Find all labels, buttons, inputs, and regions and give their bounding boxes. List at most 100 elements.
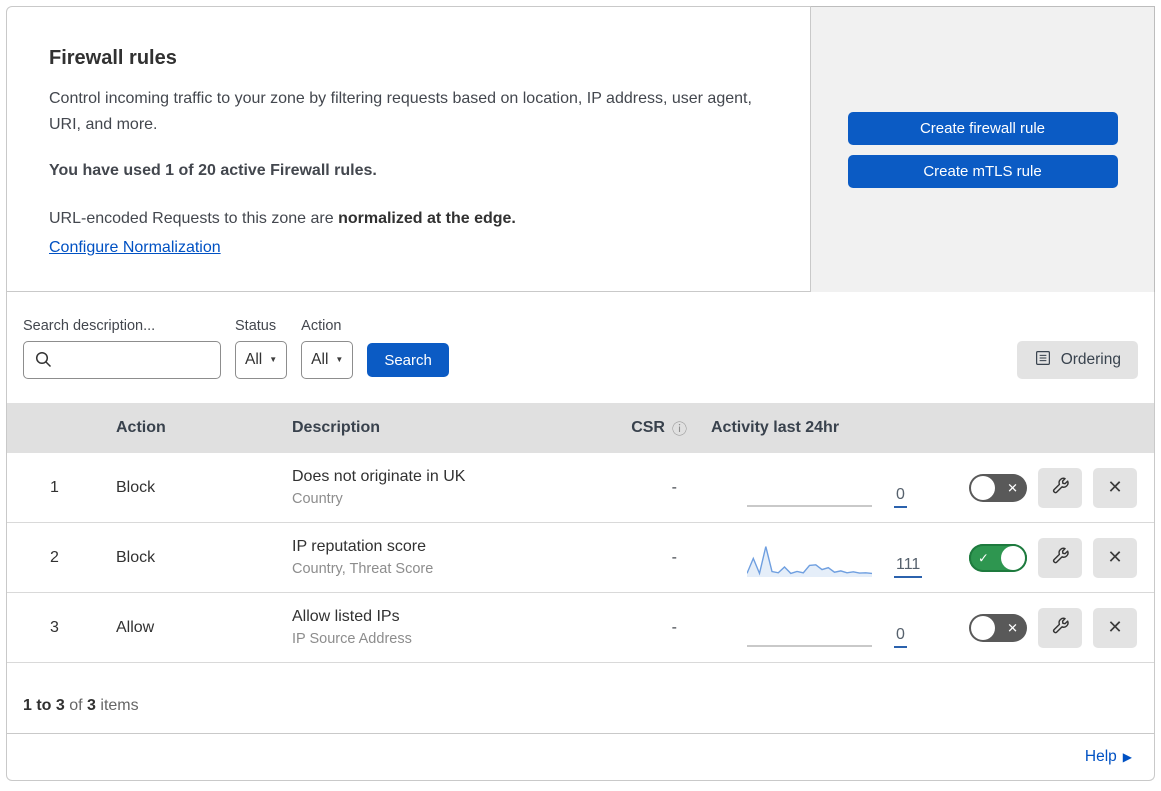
edit-rule-button[interactable] xyxy=(1038,607,1082,648)
header-csr: CSR ⓘ xyxy=(631,418,687,439)
normalization-text: URL-encoded Requests to this zone are xyxy=(49,210,339,227)
rule-enable-toggle[interactable]: ✓ ✕ xyxy=(969,543,1027,572)
table-row: 3 Allow Allow listed IPs IP Source Addre… xyxy=(7,593,1154,663)
rule-csr: - xyxy=(671,548,677,566)
chevron-down-icon: ▼ xyxy=(269,355,278,364)
rule-controls: ✓ ✕ ✕ xyxy=(932,607,1154,648)
table-row: 2 Block IP reputation score Country, Thr… xyxy=(7,523,1154,593)
pagination-range: 1 to 3 xyxy=(23,697,65,714)
rule-description-cell: Does not originate in UK Country xyxy=(282,468,602,507)
actions-panel: Create firewall rule Create mTLS rule xyxy=(811,6,1155,292)
check-icon: ✓ xyxy=(978,550,989,565)
firewall-intro-card: Firewall rules Control incoming traffic … xyxy=(6,6,811,292)
create-mtls-rule-button[interactable]: Create mTLS rule xyxy=(847,154,1118,188)
header-activity: Activity last 24hr xyxy=(711,419,840,436)
close-icon: ✕ xyxy=(1107,617,1123,637)
search-button[interactable]: Search xyxy=(367,343,449,377)
search-field-group: Search description... xyxy=(23,318,221,379)
normalization-bold: normalized at the edge. xyxy=(338,210,516,227)
pagination-total: 3 xyxy=(87,697,96,714)
toggle-knob xyxy=(971,475,995,500)
ordering-icon xyxy=(1034,349,1052,372)
header-action: Action xyxy=(116,419,166,436)
status-select[interactable]: All ▼ xyxy=(235,341,288,379)
pagination-of: of xyxy=(64,697,88,714)
rule-priority: 1 xyxy=(50,478,59,496)
chevron-down-icon: ▼ xyxy=(335,355,344,364)
rule-activity-cell: 0 xyxy=(697,468,932,508)
page-title: Firewall rules xyxy=(49,47,177,69)
action-filter-group: Action All ▼ xyxy=(301,318,354,379)
wrench-icon xyxy=(1050,546,1070,569)
header-description: Description xyxy=(292,419,381,436)
rule-activity-cell: 0 xyxy=(697,608,932,648)
rule-enable-toggle[interactable]: ✓ ✕ xyxy=(969,613,1027,642)
page-description: Control incoming traffic to your zone by… xyxy=(49,90,752,133)
help-strip: Help ▶ xyxy=(6,734,1155,781)
configure-normalization-link[interactable]: Configure Normalization xyxy=(49,239,221,257)
rules-card: Search description... Status All ▼ Actio… xyxy=(6,292,1155,734)
info-icon[interactable]: ⓘ xyxy=(672,418,687,439)
top-section: Firewall rules Control incoming traffic … xyxy=(6,6,1155,292)
activity-sparkline-flat xyxy=(747,472,872,508)
rule-description: IP reputation score xyxy=(292,538,427,555)
x-icon: ✕ xyxy=(1007,480,1018,495)
activity-count-link[interactable]: 0 xyxy=(894,486,907,508)
status-label: Status xyxy=(235,318,277,334)
rule-criteria: Country xyxy=(292,491,343,507)
toggle-knob xyxy=(1001,545,1025,570)
rule-activity-cell: 111 xyxy=(697,538,932,578)
rule-controls: ✓ ✕ ✕ xyxy=(932,467,1154,508)
activity-sparkline-flat xyxy=(747,612,872,648)
close-icon: ✕ xyxy=(1107,477,1123,497)
activity-count-link[interactable]: 0 xyxy=(894,626,907,648)
help-label: Help xyxy=(1084,748,1117,765)
pagination-summary: 1 to 3 of 3 items xyxy=(7,663,1154,733)
rule-description-cell: Allow listed IPs IP Source Address xyxy=(282,608,602,647)
rule-criteria: IP Source Address xyxy=(292,631,412,647)
x-icon: ✕ xyxy=(1007,620,1018,635)
delete-rule-button[interactable]: ✕ xyxy=(1093,607,1137,648)
activity-count-link[interactable]: 111 xyxy=(894,556,923,578)
filter-bar: Search description... Status All ▼ Actio… xyxy=(7,292,1154,403)
edit-rule-button[interactable] xyxy=(1038,467,1082,508)
close-icon: ✕ xyxy=(1107,547,1123,567)
normalization-note: URL-encoded Requests to this zone are no… xyxy=(49,206,768,232)
rule-csr: - xyxy=(671,618,677,636)
rule-action: Block xyxy=(116,548,156,566)
status-value: All xyxy=(245,351,263,368)
rule-csr: - xyxy=(671,478,677,496)
status-filter-group: Status All ▼ xyxy=(235,318,288,379)
rule-priority: 3 xyxy=(50,618,59,636)
table-row: 1 Block Does not originate in UK Country… xyxy=(7,453,1154,523)
rule-description-cell: IP reputation score Country, Threat Scor… xyxy=(282,538,602,577)
arrow-right-icon: ▶ xyxy=(1122,750,1132,764)
pagination-items: items xyxy=(95,697,139,714)
ordering-label: Ordering xyxy=(1060,351,1121,368)
search-label: Search description... xyxy=(23,318,156,334)
help-link[interactable]: Help ▶ xyxy=(1085,748,1132,766)
rule-description: Does not originate in UK xyxy=(292,468,466,485)
toggle-knob xyxy=(971,615,995,640)
wrench-icon xyxy=(1050,616,1070,639)
rule-action: Block xyxy=(116,478,156,496)
action-label: Action xyxy=(301,318,342,334)
search-icon xyxy=(34,350,53,374)
table-header: Action Description CSR ⓘ Activity last 2… xyxy=(7,403,1154,453)
rule-controls: ✓ ✕ ✕ xyxy=(932,537,1154,578)
rule-action: Allow xyxy=(116,618,155,636)
ordering-button[interactable]: Ordering xyxy=(1016,341,1138,379)
delete-rule-button[interactable]: ✕ xyxy=(1093,467,1137,508)
rule-priority: 2 xyxy=(50,548,59,566)
action-value: All xyxy=(311,351,329,368)
rule-description: Allow listed IPs xyxy=(292,608,400,625)
rule-enable-toggle[interactable]: ✓ ✕ xyxy=(969,473,1027,502)
create-firewall-rule-button[interactable]: Create firewall rule xyxy=(847,111,1118,145)
edit-rule-button[interactable] xyxy=(1038,537,1082,578)
rule-criteria: Country, Threat Score xyxy=(292,561,434,577)
delete-rule-button[interactable]: ✕ xyxy=(1093,537,1137,578)
search-box xyxy=(23,341,221,379)
wrench-icon xyxy=(1050,476,1070,499)
action-select[interactable]: All ▼ xyxy=(301,341,354,379)
usage-summary: You have used 1 of 20 active Firewall ru… xyxy=(49,162,377,179)
